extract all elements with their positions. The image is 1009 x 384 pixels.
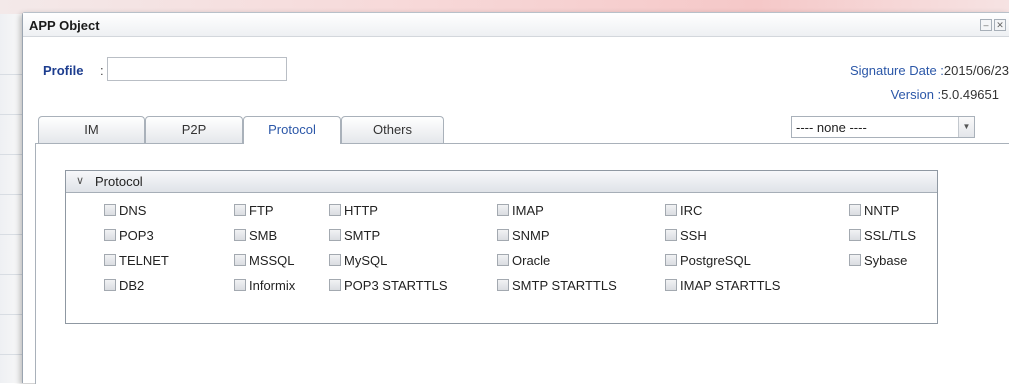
protocol-option-imap[interactable]: IMAP: [497, 203, 544, 221]
checkbox[interactable]: [329, 229, 341, 241]
protocol-option-snmp[interactable]: SNMP: [497, 228, 550, 246]
checkbox[interactable]: [849, 254, 861, 266]
checkbox[interactable]: [849, 229, 861, 241]
protocol-option-ssl-tls[interactable]: SSL/TLS: [849, 228, 916, 246]
dialog-titlebar: APP Object – ✕: [23, 13, 1009, 37]
protocol-option-telnet[interactable]: TELNET: [104, 253, 169, 271]
tab-content-panel: ∨ Protocol DNS FTP HTTP IMAP IRC NNTP PO…: [35, 143, 1009, 384]
checkbox[interactable]: [329, 204, 341, 216]
protocol-option-pop3[interactable]: POP3: [104, 228, 154, 246]
checkbox[interactable]: [234, 204, 246, 216]
app-object-dialog: APP Object – ✕ Profile : Signature Date …: [22, 12, 1009, 384]
minimize-icon[interactable]: –: [980, 19, 992, 31]
tab-p2p[interactable]: P2P: [145, 116, 243, 143]
background-sidebar: [0, 14, 22, 383]
close-icon[interactable]: ✕: [994, 19, 1006, 31]
tab-others[interactable]: Others: [341, 116, 444, 143]
checkbox[interactable]: [234, 254, 246, 266]
protocol-group: ∨ Protocol DNS FTP HTTP IMAP IRC NNTP PO…: [65, 170, 938, 324]
protocol-group-header[interactable]: ∨ Protocol: [66, 171, 937, 193]
checkbox[interactable]: [665, 204, 677, 216]
profile-input[interactable]: [107, 57, 287, 81]
protocol-option-informix[interactable]: Informix: [234, 278, 295, 296]
protocol-option-postgresql[interactable]: PostgreSQL: [665, 253, 751, 271]
version-label: Version :: [890, 87, 942, 102]
version: Version :5.0.49651: [891, 87, 999, 102]
protocol-option-mysql[interactable]: MySQL: [329, 253, 387, 271]
checkbox[interactable]: [329, 279, 341, 291]
protocol-option-smtp-starttls[interactable]: SMTP STARTTLS: [497, 278, 617, 296]
checkbox[interactable]: [497, 204, 509, 216]
tab-im[interactable]: IM: [38, 116, 145, 143]
protocol-group-title: Protocol: [95, 174, 143, 189]
checkbox[interactable]: [665, 279, 677, 291]
protocol-option-nntp[interactable]: NNTP: [849, 203, 899, 221]
checkbox[interactable]: [104, 204, 116, 216]
checkbox[interactable]: [234, 279, 246, 291]
protocol-option-irc[interactable]: IRC: [665, 203, 702, 221]
signature-date-value: 2015/06/23: [943, 63, 1009, 78]
checkbox[interactable]: [849, 204, 861, 216]
protocol-option-ftp[interactable]: FTP: [234, 203, 274, 221]
protocol-option-oracle[interactable]: Oracle: [497, 253, 550, 271]
protocol-option-dns[interactable]: DNS: [104, 203, 146, 221]
checkbox[interactable]: [665, 229, 677, 241]
profile-colon: :: [100, 63, 104, 78]
checkbox[interactable]: [104, 229, 116, 241]
checkbox[interactable]: [497, 254, 509, 266]
version-value: 5.0.49651: [941, 87, 999, 102]
dialog-title: APP Object: [29, 18, 100, 33]
protocol-option-sybase[interactable]: Sybase: [849, 253, 907, 271]
checkbox[interactable]: [329, 254, 341, 266]
tab-protocol[interactable]: Protocol: [243, 116, 341, 144]
protocol-option-smb[interactable]: SMB: [234, 228, 277, 246]
checkbox[interactable]: [234, 229, 246, 241]
protocol-option-pop3-starttls[interactable]: POP3 STARTTLS: [329, 278, 448, 296]
protocol-option-http[interactable]: HTTP: [329, 203, 378, 221]
chevron-down-icon[interactable]: ∨: [76, 174, 84, 187]
signature-date: Signature Date :2015/06/23: [850, 63, 1009, 78]
checkbox[interactable]: [497, 229, 509, 241]
protocol-option-mssql[interactable]: MSSQL: [234, 253, 295, 271]
checkbox[interactable]: [104, 254, 116, 266]
signature-date-label: Signature Date :: [849, 63, 944, 78]
filter-select[interactable]: ---- none ---- ▼: [791, 116, 975, 138]
protocol-option-db2[interactable]: DB2: [104, 278, 144, 296]
protocol-option-imap-starttls[interactable]: IMAP STARTTLS: [665, 278, 780, 296]
protocol-option-smtp[interactable]: SMTP: [329, 228, 380, 246]
chevron-down-icon[interactable]: ▼: [958, 117, 974, 137]
filter-select-value: ---- none ----: [796, 120, 867, 135]
protocol-option-ssh[interactable]: SSH: [665, 228, 707, 246]
checkbox[interactable]: [665, 254, 677, 266]
profile-label: Profile: [43, 63, 84, 78]
checkbox[interactable]: [497, 279, 509, 291]
checkbox[interactable]: [104, 279, 116, 291]
